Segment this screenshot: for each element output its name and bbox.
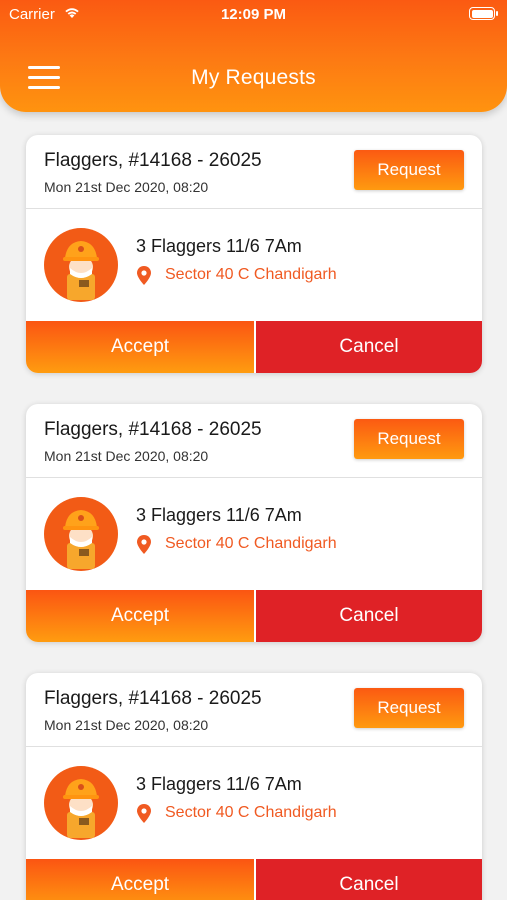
card-header: Flaggers, #14168 - 26025 Mon 21st Dec 20…: [26, 673, 482, 747]
card-header: Flaggers, #14168 - 26025 Mon 21st Dec 20…: [26, 135, 482, 209]
cancel-button[interactable]: Cancel: [256, 859, 482, 900]
app-header: Carrier 12:09 PM My Requests: [0, 0, 507, 112]
location-pin-icon: [137, 535, 151, 554]
request-title: Flaggers, #14168 - 26025: [44, 688, 262, 709]
accept-button[interactable]: Accept: [26, 859, 254, 900]
status-time: 12:09 PM: [220, 6, 287, 23]
accept-button[interactable]: Accept: [26, 321, 254, 373]
request-button[interactable]: Request: [354, 419, 464, 459]
request-date: Mon 21st Dec 2020, 08:20: [44, 179, 209, 195]
request-button[interactable]: Request: [354, 150, 464, 190]
worker-avatar-icon: [44, 766, 118, 840]
worker-avatar-icon: [44, 228, 118, 302]
request-location: Sector 40 C Chandigarh: [165, 266, 337, 283]
request-description: 3 Flaggers 11/6 7Am: [136, 236, 302, 256]
location-pin-icon: [137, 266, 151, 285]
request-card: Flaggers, #14168 - 26025 Mon 21st Dec 20…: [26, 673, 482, 900]
request-list: Flaggers, #14168 - 26025 Mon 21st Dec 20…: [0, 0, 507, 900]
card-header: Flaggers, #14168 - 26025 Mon 21st Dec 20…: [26, 404, 482, 478]
request-button[interactable]: Request: [354, 688, 464, 728]
request-title: Flaggers, #14168 - 26025: [44, 150, 262, 171]
cancel-button[interactable]: Cancel: [256, 321, 482, 373]
cancel-button[interactable]: Cancel: [256, 590, 482, 642]
status-bar: Carrier 12:09 PM: [0, 0, 507, 30]
request-location: Sector 40 C Chandigarh: [165, 535, 337, 552]
request-description: 3 Flaggers 11/6 7Am: [136, 774, 302, 794]
request-title: Flaggers, #14168 - 26025: [44, 419, 262, 440]
request-description: 3 Flaggers 11/6 7Am: [136, 505, 302, 525]
location-pin-icon: [137, 804, 151, 823]
request-location: Sector 40 C Chandigarh: [165, 804, 337, 821]
accept-button[interactable]: Accept: [26, 590, 254, 642]
app-screen: Flaggers, #14168 - 26025 Mon 21st Dec 20…: [0, 0, 507, 900]
request-date: Mon 21st Dec 2020, 08:20: [44, 448, 209, 464]
battery-icon: [469, 7, 498, 20]
request-date: Mon 21st Dec 2020, 08:20: [44, 717, 209, 733]
worker-avatar-icon: [44, 497, 118, 571]
request-card: Flaggers, #14168 - 26025 Mon 21st Dec 20…: [26, 135, 482, 373]
request-card: Flaggers, #14168 - 26025 Mon 21st Dec 20…: [26, 404, 482, 642]
page-title: My Requests: [191, 66, 316, 89]
